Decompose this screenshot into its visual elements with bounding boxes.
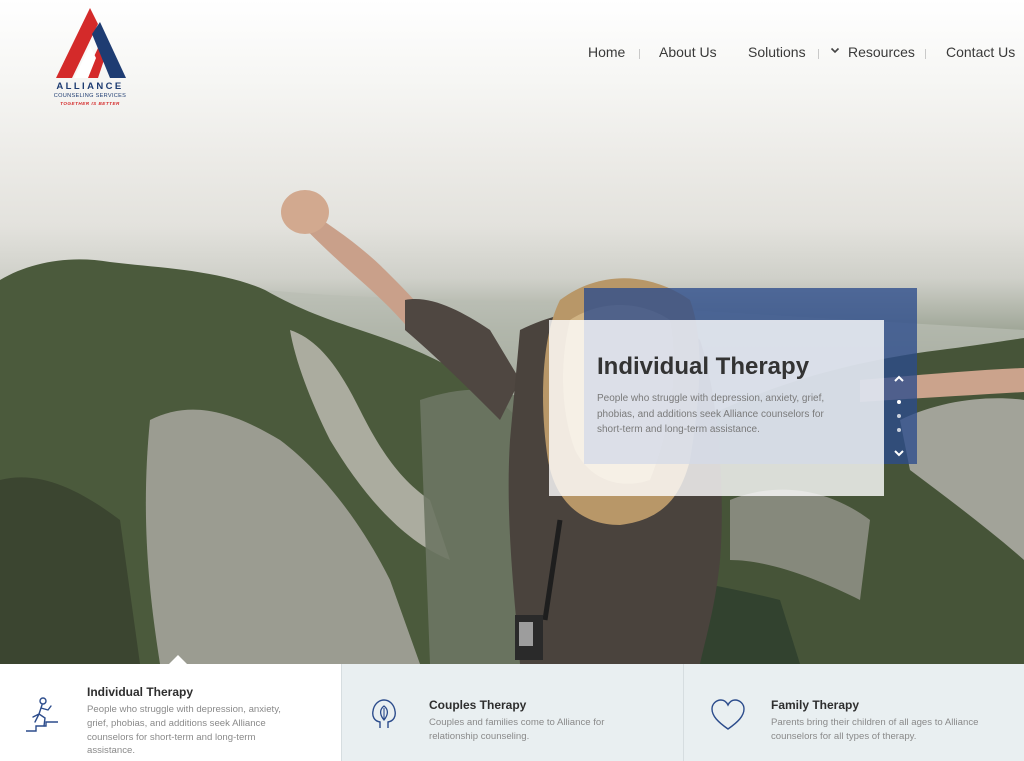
- feature-couples-therapy[interactable]: Couples Therapy Couples and families com…: [342, 664, 683, 761]
- chevron-down-icon[interactable]: [830, 45, 840, 58]
- slider-dot[interactable]: [897, 400, 901, 404]
- feature-description: Couples and families come to Alliance fo…: [429, 717, 605, 742]
- feature-family-therapy[interactable]: Family Therapy Parents bring their child…: [684, 664, 1024, 761]
- active-tab-pointer: [169, 655, 187, 664]
- slide-title: Individual Therapy: [597, 353, 810, 380]
- logo-wordmark: ALLIANCE: [56, 81, 124, 92]
- heart-icon: [710, 698, 746, 737]
- logo-subtitle: COUNSELING SERVICES: [53, 93, 127, 99]
- climbing-person-icon: [24, 696, 62, 739]
- chevron-up-icon[interactable]: [892, 372, 906, 386]
- chevron-down-icon[interactable]: [892, 446, 906, 460]
- logo-tagline: TOGETHER IS BETTER: [60, 101, 120, 106]
- nav-separator: [639, 49, 640, 59]
- alliance-logo[interactable]: ALLIANCE COUNSELING SERVICES TOGETHER IS…: [44, 6, 136, 106]
- feature-individual-therapy[interactable]: Individual Therapy People who struggle w…: [0, 664, 341, 761]
- nav-item-contact-us[interactable]: Contact Us: [946, 44, 1015, 60]
- logo-a-mark-icon: [56, 8, 126, 78]
- nav-separator: [925, 49, 926, 59]
- slide-description: People who struggle with depression, anx…: [597, 393, 825, 435]
- slider-controls: [884, 366, 914, 466]
- heads-leaf-icon: [366, 696, 402, 737]
- site-header: ALLIANCE COUNSELING SERVICES TOGETHER IS…: [0, 0, 1024, 110]
- feature-title: Family Therapy: [771, 698, 860, 712]
- nav-item-resources[interactable]: Resources: [848, 44, 915, 60]
- nav-item-home[interactable]: Home: [588, 44, 625, 60]
- feature-title: Individual Therapy: [87, 685, 194, 699]
- page: ALLIANCE COUNSELING SERVICES TOGETHER IS…: [0, 0, 1024, 761]
- nav-separator: [818, 49, 819, 59]
- feature-description: People who struggle with depression, anx…: [87, 704, 281, 757]
- slider-dot[interactable]: [897, 414, 901, 418]
- feature-title: Couples Therapy: [429, 698, 527, 712]
- feature-description: Parents bring their children of all ages…: [771, 717, 979, 742]
- nav-item-about-us[interactable]: About Us: [659, 44, 717, 60]
- therapy-features: Individual Therapy People who struggle w…: [0, 664, 1024, 761]
- nav-item-solutions[interactable]: Solutions: [748, 44, 806, 60]
- slide-caption: Individual Therapy People who struggle w…: [549, 320, 884, 496]
- slider-dot[interactable]: [897, 428, 901, 432]
